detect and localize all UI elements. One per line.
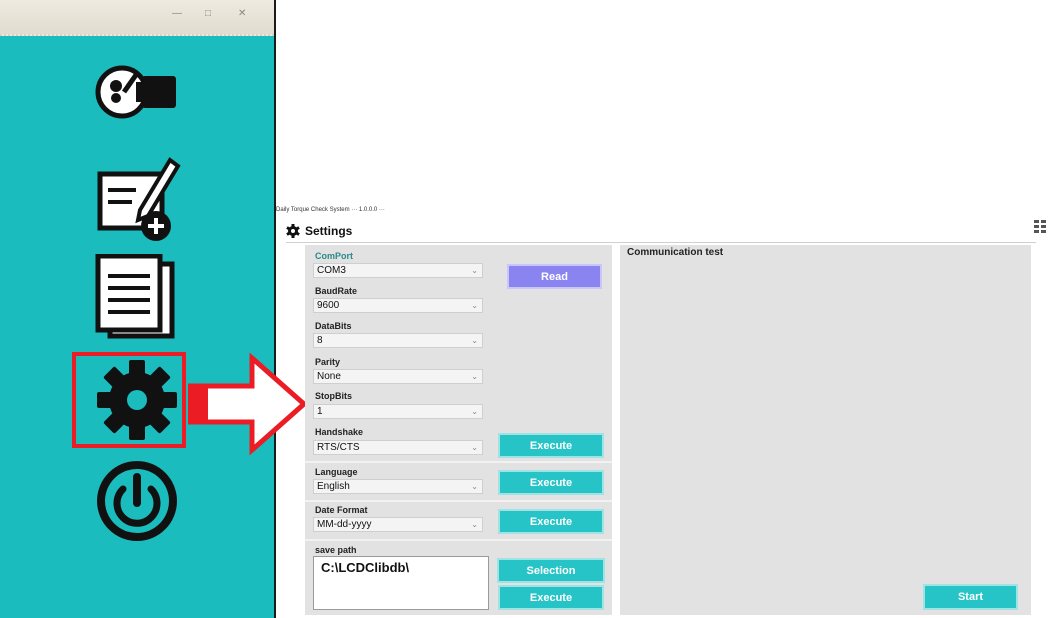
execute-language-button[interactable]: Execute xyxy=(498,470,604,495)
section-divider xyxy=(305,500,612,502)
databits-label: DataBits xyxy=(315,321,352,331)
stopbits-label: StopBits xyxy=(315,391,352,401)
tab-settings[interactable]: Settings xyxy=(286,221,352,241)
baudrate-label: BaudRate xyxy=(315,286,358,296)
app-title: Daily Torque Check System ··· 1.0.0.0 ··… xyxy=(276,207,385,213)
communication-test-panel xyxy=(620,245,1031,615)
stopbits-value: 1 xyxy=(317,406,323,417)
tab-divider xyxy=(286,242,1036,243)
chevron-down-icon: ⌄ xyxy=(471,301,478,310)
communication-test-title: Communication test xyxy=(627,247,724,258)
maximize-icon[interactable]: □ xyxy=(205,9,215,19)
parity-select[interactable]: None ⌄ xyxy=(313,369,483,384)
section-divider xyxy=(305,539,612,541)
read-button[interactable]: Read xyxy=(507,264,602,289)
databits-value: 8 xyxy=(317,335,323,346)
start-button[interactable]: Start xyxy=(923,584,1018,610)
torque-wrench-icon xyxy=(95,65,176,119)
section-divider xyxy=(305,461,612,463)
minimize-icon[interactable]: — xyxy=(172,9,182,19)
selection-button[interactable]: Selection xyxy=(497,558,605,583)
date-format-label: Date Format xyxy=(315,505,368,515)
parity-value: None xyxy=(317,371,341,382)
baudrate-value: 9600 xyxy=(317,300,340,311)
gear-icon xyxy=(286,224,300,238)
databits-select[interactable]: 8 ⌄ xyxy=(313,333,483,348)
date-format-select[interactable]: MM-dd-yyyy ⌄ xyxy=(313,517,483,532)
sidebar-title-bar: — □ ✕ xyxy=(0,0,274,36)
sidebar-item-torque-check[interactable] xyxy=(0,60,274,124)
sidebar-item-power[interactable] xyxy=(0,458,274,544)
date-format-value: MM-dd-yyyy xyxy=(317,519,372,530)
handshake-value: RTS/CTS xyxy=(317,442,360,453)
chevron-down-icon: ⌄ xyxy=(471,520,478,529)
chevron-down-icon: ⌄ xyxy=(471,266,478,275)
comport-select[interactable]: COM3 ⌄ xyxy=(313,263,483,278)
settings-highlight-box xyxy=(72,352,186,448)
language-value: English xyxy=(317,481,350,492)
power-icon xyxy=(97,461,177,541)
parity-label: Parity xyxy=(315,357,341,367)
sidebar-item-records[interactable] xyxy=(0,254,274,340)
save-path-field[interactable]: C:\LCDClibdb\ xyxy=(313,556,489,610)
pointer-arrow-icon xyxy=(188,352,308,456)
sidebar-item-new-record[interactable] xyxy=(0,150,274,246)
language-select[interactable]: English ⌄ xyxy=(313,479,483,494)
chevron-down-icon: ⌄ xyxy=(471,336,478,345)
chevron-down-icon: ⌄ xyxy=(471,372,478,381)
sidebar: — □ ✕ xyxy=(0,0,276,618)
stopbits-select[interactable]: 1 ⌄ xyxy=(313,404,483,419)
comport-label: ComPort xyxy=(315,251,353,261)
baudrate-select[interactable]: 9600 ⌄ xyxy=(313,298,483,313)
edit-add-icon xyxy=(97,157,181,241)
language-label: Language xyxy=(315,467,358,477)
handshake-label: Handshake xyxy=(315,427,364,437)
grid-menu-icon[interactable] xyxy=(1033,219,1047,233)
chevron-down-icon: ⌄ xyxy=(471,443,478,452)
execute-save-path-button[interactable]: Execute xyxy=(498,585,604,610)
chevron-down-icon: ⌄ xyxy=(471,407,478,416)
comport-value: COM3 xyxy=(317,265,346,276)
save-path-label: save path xyxy=(315,545,357,555)
execute-date-format-button[interactable]: Execute xyxy=(498,509,604,534)
handshake-select[interactable]: RTS/CTS ⌄ xyxy=(313,440,483,455)
document-list-icon xyxy=(95,254,175,339)
close-icon[interactable]: ✕ xyxy=(238,9,248,19)
execute-handshake-button[interactable]: Execute xyxy=(498,433,604,458)
tab-settings-label: Settings xyxy=(305,224,353,238)
chevron-down-icon: ⌄ xyxy=(471,482,478,491)
